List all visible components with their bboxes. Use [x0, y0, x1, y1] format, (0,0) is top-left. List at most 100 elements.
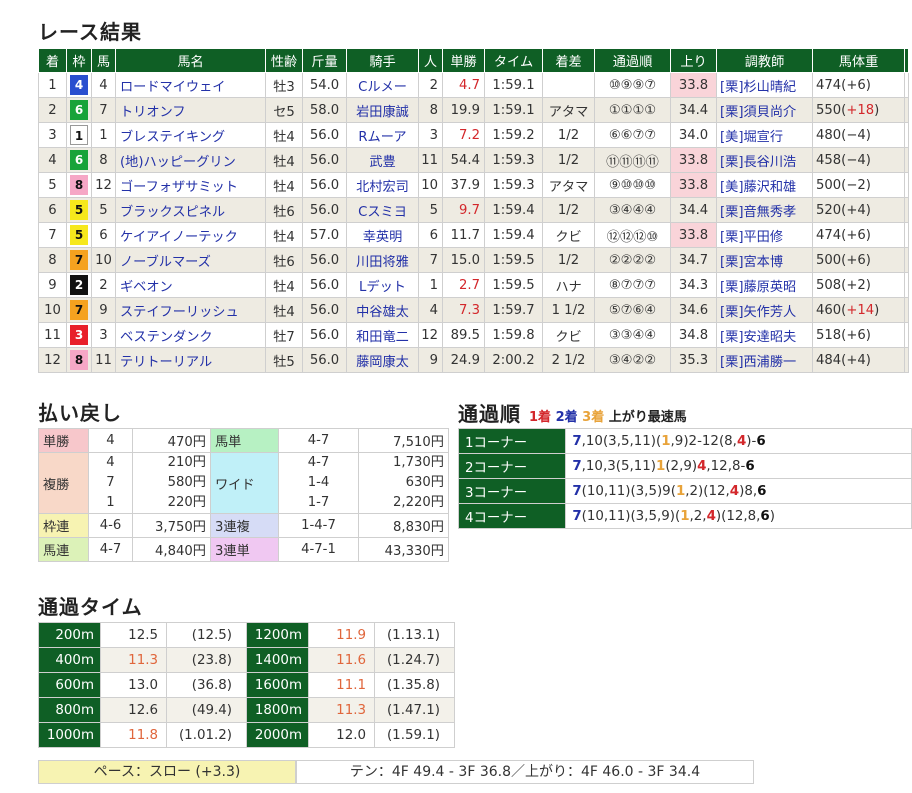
jockey-link[interactable]: 藤岡康太: [346, 347, 419, 373]
horse-name-link[interactable]: ロードマイウェイ: [115, 72, 266, 98]
jockey-link[interactable]: 幸英明: [346, 222, 419, 248]
trainer-link[interactable]: [栗]矢作芳人: [716, 297, 813, 323]
lap-distance: 1400m: [246, 647, 309, 673]
horse-name-link[interactable]: (地)ハッピーグリン: [115, 147, 266, 173]
margin-cell: 1/2: [542, 147, 595, 173]
margin-cell: 1/2: [542, 247, 595, 273]
jockey-link[interactable]: 岩田康誠: [346, 97, 419, 123]
horse-name-link[interactable]: ブラックスピネル: [115, 197, 266, 223]
result-header-cell: 上り: [670, 48, 717, 73]
corner-2-order: 7,10,3(5,11)1(2,9)4,12,8-6: [565, 453, 912, 479]
time-cell: 1:59.4: [484, 197, 543, 223]
lap-row: 800m 12.6 (49.4) 1800m 11.3 (1.47.1): [38, 697, 455, 723]
jockey-link[interactable]: Lデット: [346, 272, 419, 298]
number-cell: 1: [91, 122, 116, 148]
odds-cell: 4.7: [442, 72, 485, 98]
frame-badge: 6: [70, 150, 88, 170]
popularity-cell: 9: [418, 347, 443, 373]
passing-cell: ⑫⑫⑫⑩: [594, 222, 671, 248]
horse-name-link[interactable]: ギベオン: [115, 272, 266, 298]
lap-cumulative: (36.8): [166, 672, 247, 698]
trainer-link[interactable]: [栗]音無秀孝: [716, 197, 813, 223]
result-overflow-cell: [904, 222, 909, 248]
weight-cell: 56.0: [302, 297, 347, 323]
odds-cell: 15.0: [442, 247, 485, 273]
body-weight-cell: 520(+4): [812, 197, 905, 223]
payout-tansho-yen: 470円: [132, 428, 211, 453]
trainer-link[interactable]: [美]堀宣行: [716, 122, 813, 148]
horse-name-link[interactable]: ブレステイキング: [115, 122, 266, 148]
result-header-overflow: [904, 48, 909, 73]
popularity-cell: 12: [418, 322, 443, 348]
odds-cell: 9.7: [442, 197, 485, 223]
trainer-link[interactable]: [栗]長谷川浩: [716, 147, 813, 173]
result-row: 3 1 1 ブレステイキング 牡4 56.0 Rムーア 3 7.2 1:59.2 1/2 ⑥⑥⑦⑦ 34…: [38, 122, 909, 148]
result-header-row: 着枠馬馬名 性齢 斤量 騎手人単勝 タイム 着差 通過順 上り 調教師 馬体重: [38, 48, 909, 73]
jockey-link[interactable]: 和田竜二: [346, 322, 419, 348]
sex-age-cell: 牡4: [265, 272, 303, 298]
trainer-link[interactable]: [栗]平田修: [716, 222, 813, 248]
odds-cell: 24.9: [442, 347, 485, 373]
lap-distance: 1600m: [246, 672, 309, 698]
body-weight-cell: 474(+6): [812, 72, 905, 98]
horse-name-link[interactable]: テリトーリアル: [115, 347, 266, 373]
horse-name-link[interactable]: ベステンダンク: [115, 322, 266, 348]
lap-row: 600m 13.0 (36.8) 1600m 11.1 (1.35.8): [38, 672, 455, 698]
jockey-link[interactable]: Rムーア: [346, 122, 419, 148]
trainer-link[interactable]: [栗]杉山晴紀: [716, 72, 813, 98]
rank-cell: 10: [38, 297, 67, 323]
payout-umaren-num: 4-7: [88, 537, 133, 562]
trainer-link[interactable]: [栗]須貝尚介: [716, 97, 813, 123]
horse-name-link[interactable]: ゴーフォザサミット: [115, 172, 266, 198]
horse-name-link[interactable]: トリオンフ: [115, 97, 266, 123]
horse-name-link[interactable]: ケイアイノーテック: [115, 222, 266, 248]
payout-wide-num: 1-7: [307, 495, 330, 510]
trainer-link[interactable]: [栗]宮本博: [716, 247, 813, 273]
payout-tansho-label: 単勝: [38, 428, 89, 453]
odds-cell: 11.7: [442, 222, 485, 248]
lap-cumulative: (1.01.2): [166, 722, 247, 748]
trainer-link[interactable]: [栗]藤原英昭: [716, 272, 813, 298]
horse-name-link[interactable]: ノーブルマーズ: [115, 247, 266, 273]
payout-wide-yen: 630円: [405, 475, 444, 490]
trainer-link[interactable]: [栗]安達昭夫: [716, 322, 813, 348]
passing-header: 通過順 1着 2着 3着 上がり最速馬: [458, 398, 687, 427]
frame-badge: 8: [70, 175, 88, 195]
sex-age-cell: 牡6: [265, 247, 303, 273]
number-cell: 8: [91, 147, 116, 173]
payout-fukusho-num: 4: [106, 455, 115, 470]
jockey-link[interactable]: 川田将雅: [346, 247, 419, 273]
lap-cumulative: (1.35.8): [374, 672, 455, 698]
jockey-link[interactable]: 中谷雄太: [346, 297, 419, 323]
weight-cell: 56.0: [302, 272, 347, 298]
margin-cell: クビ: [542, 222, 595, 248]
result-header-cell: 性齢: [265, 48, 303, 73]
sex-age-cell: セ5: [265, 97, 303, 123]
legend-first: 1着: [529, 410, 552, 425]
trainer-link[interactable]: [美]藤沢和雄: [716, 172, 813, 198]
result-header-cell: 騎手: [346, 48, 419, 73]
rank-cell: 1: [38, 72, 67, 98]
result-header-cell: 枠: [66, 48, 92, 73]
result-overflow-cell: [904, 247, 909, 273]
trainer-link[interactable]: [栗]西浦勝一: [716, 347, 813, 373]
result-row: 12 8 11 テリトーリアル 牡5 56.0 藤岡康太 9 24.9 2:00.2 2 1/2 ③④…: [38, 347, 909, 373]
jockey-link[interactable]: 北村宏司: [346, 172, 419, 198]
frame-cell: 1: [66, 122, 92, 148]
margin-cell: ハナ: [542, 272, 595, 298]
horse-name-link[interactable]: ステイフーリッシュ: [115, 297, 266, 323]
result-row: 6 5 5 ブラックスピネル 牡6 56.0 Cスミヨ 5 9.7 1:59.4 1/2 ③④④④ 34…: [38, 197, 909, 223]
number-cell: 2: [91, 272, 116, 298]
payout-wide-num: 4-7: [307, 455, 330, 470]
margin-cell: 2 1/2: [542, 347, 595, 373]
lap-time: 11.1: [308, 672, 375, 698]
number-cell: 9: [91, 297, 116, 323]
body-weight-cell: 480(−4): [812, 122, 905, 148]
popularity-cell: 5: [418, 197, 443, 223]
odds-cell: 54.4: [442, 147, 485, 173]
frame-badge: 4: [70, 75, 88, 95]
jockey-link[interactable]: Cルメー: [346, 72, 419, 98]
jockey-link[interactable]: Cスミヨ: [346, 197, 419, 223]
weight-cell: 54.0: [302, 72, 347, 98]
jockey-link[interactable]: 武豊: [346, 147, 419, 173]
